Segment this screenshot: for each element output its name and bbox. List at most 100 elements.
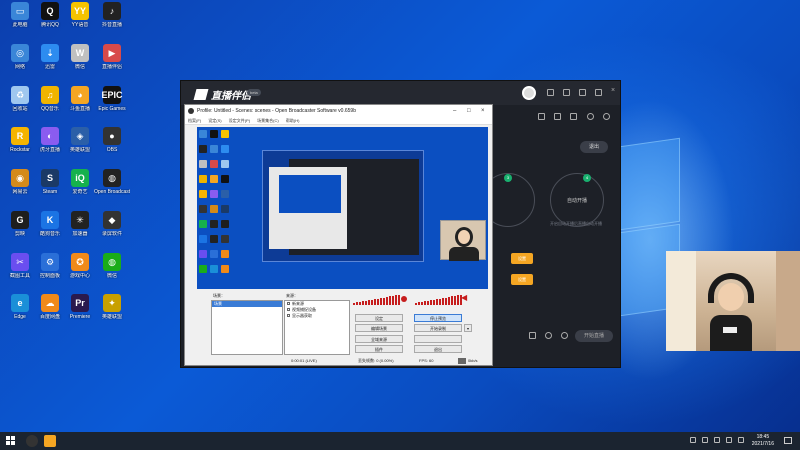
close-icon[interactable]: × [611, 87, 618, 94]
checkbox[interactable] [287, 308, 290, 311]
desktop-icon[interactable]: ◕ 斗鱼直播 [62, 86, 98, 112]
global-sources-button[interactable]: 全域来源 [355, 335, 403, 343]
gear-icon[interactable] [561, 332, 568, 339]
tray-network-icon[interactable] [702, 437, 708, 443]
app-icon: ⇣ [41, 44, 59, 62]
speaker-icon[interactable]: ◀ [461, 294, 467, 302]
meter-bar [362, 301, 364, 305]
record-dropdown[interactable]: ▾ [464, 324, 472, 332]
desktop-icon[interactable]: ◍ 微信 [94, 253, 130, 279]
app-icon: ◈ [71, 127, 89, 145]
settings-button[interactable]: 设定 [355, 314, 403, 322]
meter-bar [380, 298, 382, 305]
bell-icon[interactable] [579, 89, 586, 96]
taskbar-obs[interactable] [26, 435, 38, 447]
user-avatar[interactable] [522, 86, 536, 100]
maximize-icon[interactable]: □ [467, 105, 471, 117]
eye-icon[interactable] [545, 332, 552, 339]
plugins-button[interactable]: 插件 [355, 345, 403, 353]
menu-scene-collection[interactable]: 场景集合(C) [257, 118, 279, 123]
desktop-icon[interactable]: W 微信 [62, 44, 98, 70]
meter-bar [395, 295, 397, 305]
edit-scene-button[interactable]: 编辑场景 [355, 324, 403, 332]
desktop-icon[interactable]: ● OBS [94, 127, 130, 153]
preview-icon [221, 220, 229, 228]
camera-icon[interactable] [529, 332, 536, 339]
share-icon[interactable] [547, 89, 554, 96]
desktop-icon-label: 爱奇艺 [72, 189, 88, 195]
minimize-icon[interactable]: – [453, 105, 456, 117]
app-icon: S [41, 169, 59, 187]
tray-volume-icon[interactable] [714, 437, 720, 443]
taskbar-companion[interactable] [44, 435, 56, 447]
desktop-icon[interactable]: ✦ 英雄联盟 [94, 294, 130, 320]
status-dropped-frames: 丢失帧数: 0 (0.00%) [358, 358, 394, 363]
exit-button[interactable]: 退出 [580, 141, 608, 153]
desktop-icon[interactable]: EPIC Epic Games [94, 86, 130, 112]
preview-icon [210, 175, 218, 183]
start-record-button[interactable]: 开始录制 [414, 324, 462, 332]
taskbar: 18:45 2021/7/16 [0, 432, 800, 450]
source-item[interactable]: 显示器获取 [285, 313, 349, 319]
desktop-icon[interactable]: Pr Premiere [62, 294, 98, 320]
gift-icon[interactable] [538, 113, 545, 120]
tray-chevron-icon[interactable] [690, 437, 696, 443]
desktop-icon-label: 英雄联盟 [101, 314, 122, 320]
auto-start-hint: 开启自动开播后直播自动开播 [550, 221, 602, 226]
mic-icon[interactable] [401, 296, 407, 302]
menu-profile[interactable]: 设定文件(P) [229, 118, 250, 123]
desktop-icon[interactable]: ◈ 英雄联盟 [62, 127, 98, 153]
meter-bar [368, 300, 370, 305]
app-icon: ◎ [11, 44, 29, 62]
close-icon[interactable]: × [481, 105, 485, 117]
doc-icon[interactable] [570, 113, 577, 120]
meter-bar [359, 301, 361, 305]
start-stream-button[interactable]: 开始直播 [575, 330, 613, 342]
taskbar-clock[interactable]: 18:45 2021/7/16 [752, 434, 774, 448]
checkbox[interactable] [287, 314, 290, 317]
exit-button[interactable]: 退出 [414, 345, 462, 353]
notification-center-icon[interactable] [784, 437, 792, 444]
app-icon: e [11, 294, 29, 312]
meter-bar [421, 301, 423, 305]
shirt-icon[interactable] [563, 89, 570, 96]
desktop-icon[interactable]: ♪ 抖音直播 [94, 2, 130, 28]
app-icon: ● [103, 127, 121, 145]
menu-file[interactable]: 档案(F) [188, 118, 201, 123]
tray-app-icon[interactable] [738, 437, 744, 443]
app-icon: ✳ [71, 211, 89, 229]
grid-icon[interactable] [554, 113, 561, 120]
desktop-icon[interactable]: ✪ 游戏中心 [62, 253, 98, 279]
desktop-icon[interactable]: iQ 爱奇艺 [62, 169, 98, 195]
desktop-icon[interactable]: ◍ Open Broadcaster [94, 169, 130, 195]
menu-icon[interactable] [595, 89, 602, 96]
checkbox[interactable] [287, 302, 290, 305]
meter-bar [439, 298, 441, 305]
start-button[interactable] [6, 436, 16, 446]
menu-settings[interactable]: 设定(S) [208, 118, 221, 123]
obs-window[interactable]: Profile: Untitled - Scenes: scenes - Ope… [184, 104, 493, 366]
meter-bar [457, 295, 459, 305]
desktop-icon[interactable]: ▶ 直播伴侣 [94, 44, 130, 70]
sources-list[interactable]: 新来源 视频捕捉设备 显示器获取 [284, 300, 350, 355]
desktop-icon-label: 英雄联盟 [69, 147, 90, 153]
desktop-icon-label: Epic Games [98, 106, 126, 112]
scene-item[interactable]: 场景 [212, 301, 282, 307]
preview-icon [221, 250, 229, 258]
meter-bar [392, 295, 394, 305]
notification-icon[interactable] [587, 113, 594, 120]
desktop-icon[interactable]: ◆ 录屏软件 [94, 211, 130, 237]
settings-button-b[interactable]: 设置 [511, 274, 533, 285]
app-icon: G [11, 211, 29, 229]
preview-icon [210, 235, 218, 243]
auto-start-circle[interactable]: 自动开播 [550, 173, 604, 227]
tray-ime-icon[interactable] [726, 437, 732, 443]
share-network-icon[interactable] [603, 113, 610, 120]
settings-button-a[interactable]: 设置 [511, 253, 533, 264]
scenes-list[interactable]: 场景 [211, 300, 283, 355]
app-icon: YY [71, 2, 89, 20]
desktop-icon[interactable]: ✳ 加速器 [62, 211, 98, 237]
desktop-icon[interactable]: YY YY语音 [62, 2, 98, 28]
menu-help[interactable]: 帮助(H) [286, 118, 300, 123]
stop-preview-button[interactable]: 停止预览 [414, 314, 462, 322]
